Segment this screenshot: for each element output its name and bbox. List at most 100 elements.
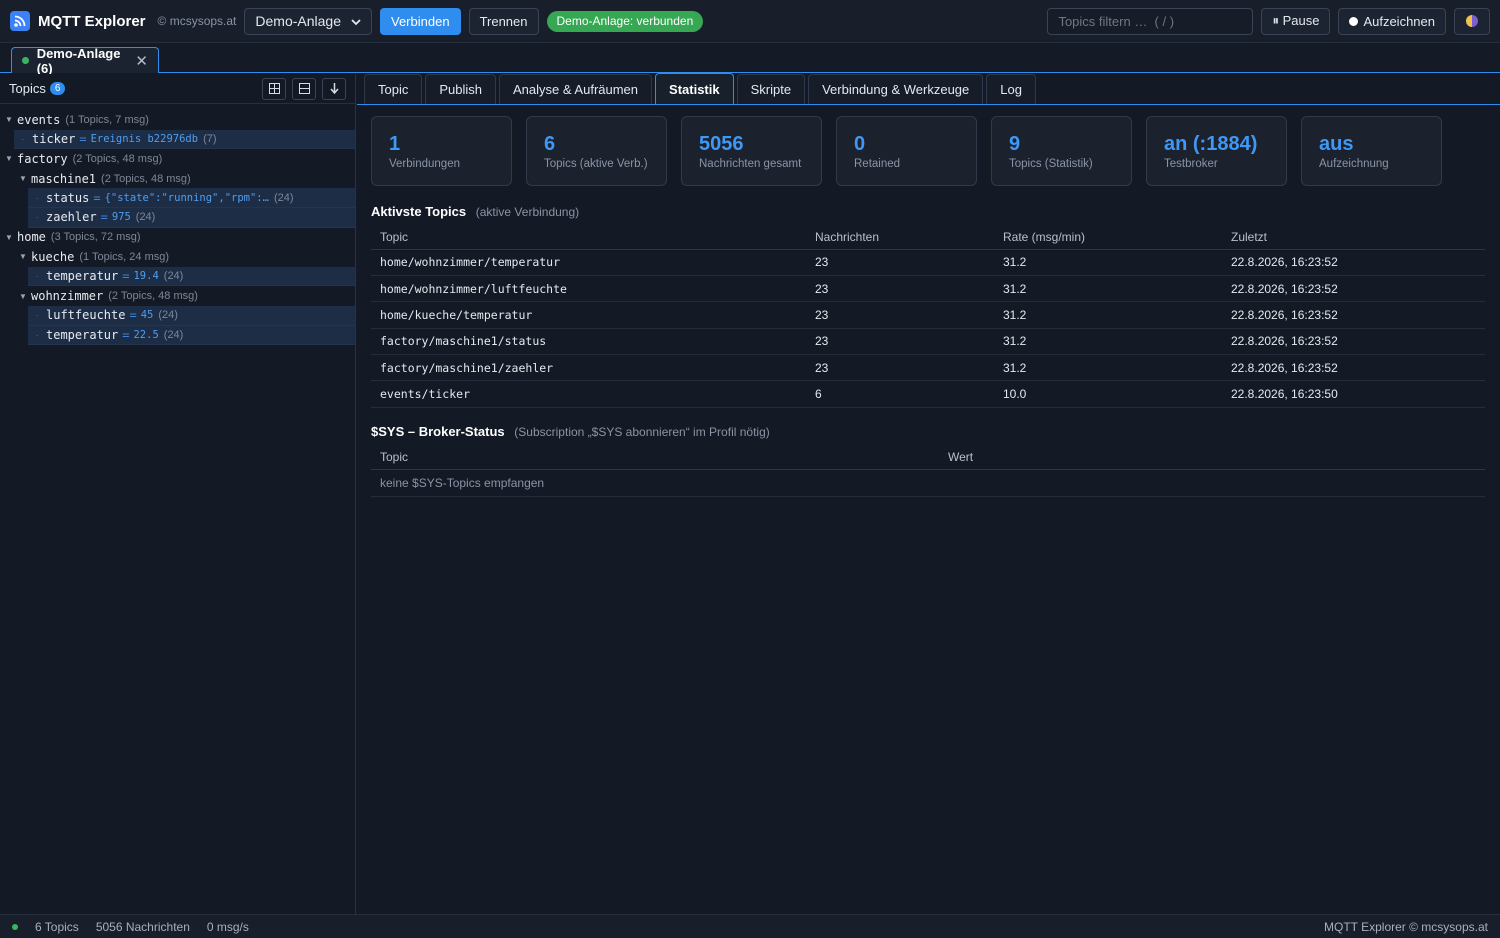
caret-down-icon[interactable]: ▼ [18,252,28,261]
table-row[interactable]: home/kueche/temperatur 23 31.2 22.8.2026, 1… [371,301,1485,329]
tree-leaf[interactable]: · temperatur = 22.5 (24) [28,325,355,346]
active-topics-heading: Aktivste Topics (aktive Verbindung) [357,186,1500,219]
table-cell: 23 [806,354,994,382]
tree-node-value: 975 [111,211,131,224]
profile-select-value: Demo-Anlage [255,13,341,29]
stat-card: an (:1884) Testbroker [1146,116,1287,186]
connection-tab[interactable]: Demo-Anlage (6) ✕ [11,46,159,76]
tree-node[interactable]: ▼ wohnzimmer (2 Topics, 48 msg) [0,286,355,306]
tree-node-name: ticker [32,131,76,146]
active-topics-subtitle: (aktive Verbindung) [475,205,580,219]
pause-button[interactable]: ⏸ Pause [1261,7,1331,35]
table-row[interactable]: home/wohnzimmer/temperatur 23 31.2 22.8.202… [371,249,1485,276]
table-cell: 22.8.2026, 16:23:52 [1222,249,1485,276]
tab-topic[interactable]: Topic [364,74,423,104]
table-cell: 23 [806,301,994,329]
tree-node-meta: (24) [135,211,156,224]
column-header: Wert [939,443,1485,471]
collapse-all-button[interactable] [292,77,316,100]
stat-card: 9 Topics (Statistik) [991,116,1132,186]
tab-skripte[interactable]: Skripte [736,74,806,104]
tree-node[interactable]: ▼ factory (2 Topics, 48 msg) [0,149,355,169]
tree-leaf[interactable]: · luftfeuchte = 45 (24) [28,305,355,326]
connect-button[interactable]: Verbinden [380,7,461,35]
disconnect-button[interactable]: Trennen [468,7,539,35]
equals-sign: = [129,308,137,323]
connected-dot-icon [22,57,29,64]
tree-node[interactable]: ▼ kueche (1 Topics, 24 msg) [0,247,355,267]
tree-node-name: zaehler [46,210,97,225]
tree-node[interactable]: ▼ home (3 Topics, 72 msg) [0,228,355,248]
tree-node[interactable]: ▼ maschine1 (2 Topics, 48 msg) [0,169,355,189]
active-topics-title: Aktivste Topics [371,204,467,219]
table-cell: 23 [806,275,994,303]
tree-leaf[interactable]: · temperatur = 19.4 (24) [28,266,355,287]
table-row[interactable]: factory/maschine1/status 23 31.2 22.8.2026,… [371,328,1485,356]
column-header: Rate (msg/min) [994,223,1222,250]
tree-node-meta: (24) [163,270,184,283]
table-cell: 31.2 [994,328,1222,356]
top-toolbar: MQTT Explorer © mcsysops.at Demo-Anlage … [0,0,1500,43]
bullet-icon: · [35,192,39,203]
caret-down-icon[interactable]: ▼ [4,233,14,242]
sys-status-table: Topic Wert keine $SYS-Topics empfangen [371,443,1485,497]
arrow-down-icon [329,83,339,94]
topic-filter-input[interactable] [1047,7,1254,35]
profile-select[interactable]: Demo-Anlage [244,7,372,35]
sys-status-heading: $SYS – Broker-Status (Subscription „$SYS… [357,408,1500,439]
tab-analyse-aufr-umen[interactable]: Analyse & Aufräumen [499,74,653,104]
table-cell: home/kueche/temperatur [371,301,806,329]
stat-value: 6 [544,133,556,155]
caret-down-icon[interactable]: ▼ [4,154,14,163]
tab-log[interactable]: Log [986,74,1036,104]
topic-count-badge: 6 [49,82,66,95]
stat-card: aus Aufzeichnung [1301,116,1442,186]
table-cell: 23 [806,328,994,356]
caret-down-icon[interactable]: ▼ [18,292,28,301]
close-icon[interactable]: ✕ [135,52,148,70]
stat-card: 6 Topics (aktive Verb.) [526,116,667,186]
expand-all-button[interactable] [262,77,286,100]
record-label: Aufzeichnen [1363,13,1435,29]
tab-publish[interactable]: Publish [425,74,496,104]
tree-node[interactable]: ▼ events (1 Topics, 7 msg) [0,110,355,130]
tab-statistik[interactable]: Statistik [655,73,734,104]
table-cell: factory/maschine1/status [371,328,806,356]
stat-value: 0 [854,133,866,155]
scroll-down-button[interactable] [322,77,346,100]
tree-leaf[interactable]: · ticker = Ereignis b22976db (7) [14,129,355,150]
caret-down-icon[interactable]: ▼ [18,174,28,183]
tree-node-name: temperatur [46,269,119,284]
stat-label: Topics (aktive Verb.) [544,158,648,170]
bullet-icon: · [35,329,39,340]
table-cell: 22.8.2026, 16:23:52 [1222,328,1485,356]
status-topics: 6 Topics [35,919,79,934]
main-tabs: Topic Publish Analyse & Aufräumen Statistik… [357,73,1500,105]
tab-verbindung-werkzeuge[interactable]: Verbindung & Werkzeuge [808,74,984,104]
tree-node-meta: (2 Topics, 48 msg) [72,152,163,165]
tree-node-value: {"state":"running","rpm":… [104,191,269,204]
table-row[interactable]: factory/maschine1/zaehler 23 31.2 22.8.2026… [371,354,1485,382]
column-header: Topic [371,443,939,471]
tree-leaf[interactable]: · zaehler = 975 (24) [28,207,355,228]
stat-value: 5056 [699,133,744,155]
tree-node-name: home [17,230,46,245]
stat-card: 0 Retained [836,116,977,186]
theme-toggle-button[interactable] [1454,7,1490,35]
table-row[interactable]: home/wohnzimmer/luftfeuchte 23 31.2 22.8.20… [371,275,1485,303]
column-header: Topic [371,223,806,250]
stat-label: Retained [854,158,901,170]
main-panel: Topic Publish Analyse & Aufräumen Statistik… [357,73,1500,914]
tree-node-meta: (2 Topics, 48 msg) [108,290,198,303]
tree-leaf[interactable]: · status = {"state":"running","rpm":… (24) [28,188,355,208]
status-messages: 5056 Nachrichten [95,919,190,934]
sidebar-header: Topics 6 [0,74,355,104]
caret-down-icon[interactable]: ▼ [4,115,14,124]
table-row[interactable]: events/ticker 6 10.0 22.8.2026, 16:23:50 [371,380,1485,408]
table-cell: events/ticker [371,380,806,408]
tree-node-name: wohnzimmer [31,289,104,304]
record-button[interactable]: Aufzeichnen [1338,7,1446,35]
equals-sign: = [93,190,101,205]
equals-sign: = [122,269,130,284]
table-cell: 22.8.2026, 16:23:50 [1222,380,1485,408]
